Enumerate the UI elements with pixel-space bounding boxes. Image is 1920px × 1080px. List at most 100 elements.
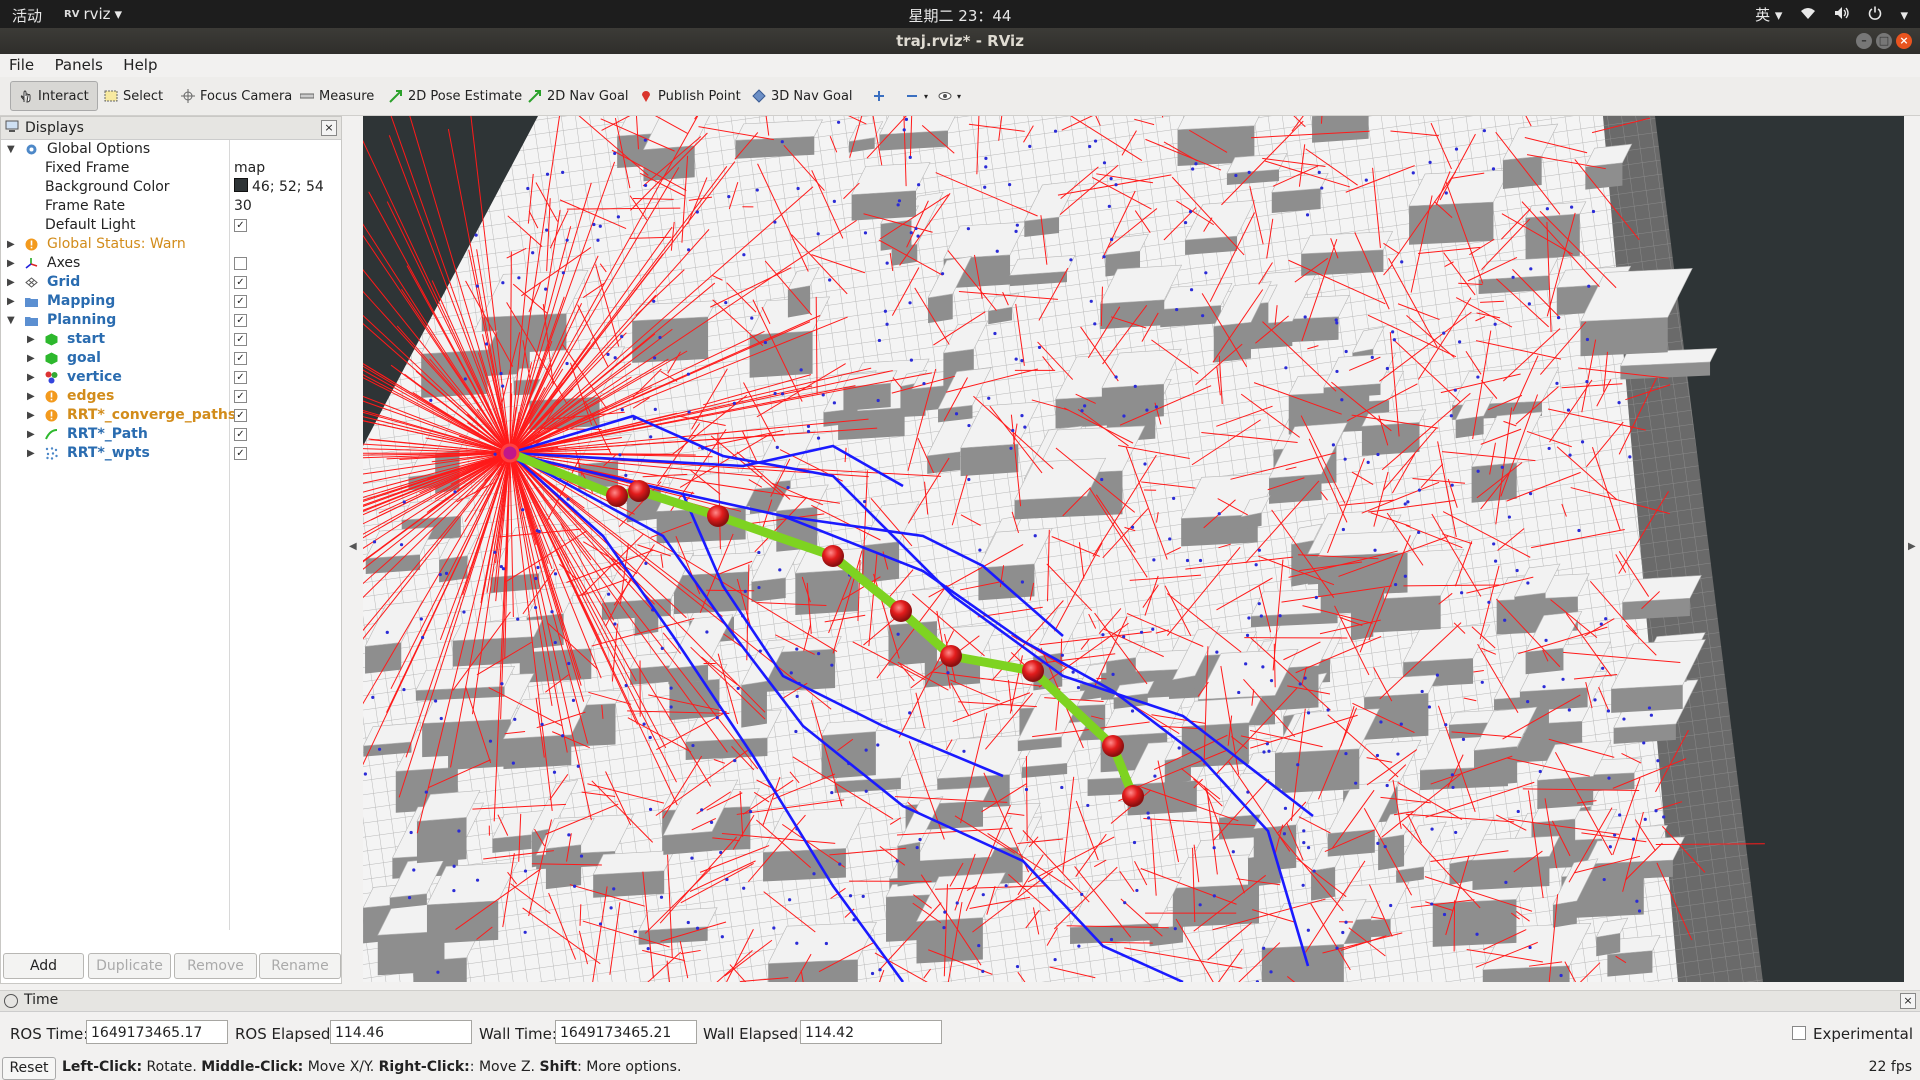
nav-goal-3d-tool-button[interactable]: 3D Nav Goal bbox=[752, 85, 853, 107]
tree-row-goal[interactable]: ▶ goal ✓ bbox=[1, 349, 341, 368]
interact-tool-button[interactable]: Interact bbox=[10, 81, 98, 111]
ros-time-field[interactable]: 1649173465.17 bbox=[86, 1020, 228, 1044]
vertice-dot bbox=[1480, 680, 1484, 684]
menu-help[interactable]: Help bbox=[114, 54, 164, 74]
tree-row-edges[interactable]: ▶ edges ✓ bbox=[1, 387, 341, 406]
rrt-path-checkbox[interactable]: ✓ bbox=[234, 428, 247, 441]
rrt-wpts-checkbox[interactable]: ✓ bbox=[234, 447, 247, 460]
tree-row-start[interactable]: ▶ start ✓ bbox=[1, 330, 341, 349]
tree-row-default-light[interactable]: Default Light ✓ bbox=[1, 216, 341, 235]
maximize-button[interactable]: □ bbox=[1876, 33, 1892, 49]
tree-row-rrt-path[interactable]: ▶ RRT*_Path ✓ bbox=[1, 425, 341, 444]
tree-row-global-status[interactable]: ▶ Global Status: Warn bbox=[1, 235, 341, 254]
publish-point-tool-button[interactable]: Publish Point bbox=[639, 85, 741, 107]
wall-time-field[interactable]: 1649173465.21 bbox=[555, 1020, 697, 1044]
remove-button[interactable]: Remove bbox=[174, 953, 257, 979]
vertice-checkbox[interactable]: ✓ bbox=[234, 371, 247, 384]
power-icon[interactable] bbox=[1868, 6, 1882, 24]
collapsed-arrow-icon[interactable]: ▶ bbox=[27, 368, 35, 387]
experimental-checkbox[interactable] bbox=[1792, 1026, 1806, 1040]
tree-row-mapping[interactable]: ▶ Mapping ✓ bbox=[1, 292, 341, 311]
start-checkbox[interactable]: ✓ bbox=[234, 333, 247, 346]
close-button[interactable]: × bbox=[1896, 33, 1912, 49]
tree-row-rrt-wpts[interactable]: ▶ RRT*_wpts ✓ bbox=[1, 444, 341, 463]
hint-left-key: Left-Click: bbox=[62, 1059, 143, 1075]
view-options-button[interactable]: ▾ bbox=[938, 85, 961, 107]
add-tool-button[interactable] bbox=[872, 85, 886, 107]
activities-button[interactable]: 活动 bbox=[12, 5, 42, 26]
tree-row-planning[interactable]: ▼ Planning ✓ bbox=[1, 311, 341, 330]
collapsed-arrow-icon[interactable]: ▶ bbox=[27, 406, 35, 425]
axes-checkbox[interactable] bbox=[234, 257, 247, 270]
tree-row-frame-rate[interactable]: Frame Rate 30 bbox=[1, 197, 341, 216]
tree-row-global-options[interactable]: ▼ Global Options bbox=[1, 140, 341, 159]
collapsed-arrow-icon[interactable]: ▶ bbox=[27, 387, 35, 406]
volume-icon[interactable] bbox=[1834, 6, 1850, 24]
wifi-icon[interactable] bbox=[1800, 6, 1816, 24]
minimize-button[interactable]: – bbox=[1856, 33, 1872, 49]
expanded-arrow-icon[interactable]: ▼ bbox=[7, 311, 15, 330]
chevron-left-icon[interactable]: ◀ bbox=[349, 541, 357, 552]
collapsed-arrow-icon[interactable]: ▶ bbox=[27, 425, 35, 444]
default-light-checkbox[interactable]: ✓ bbox=[234, 219, 247, 232]
edges-checkbox[interactable]: ✓ bbox=[234, 390, 247, 403]
input-method-indicator[interactable]: 英 ▾ bbox=[1755, 4, 1782, 25]
collapsed-arrow-icon[interactable]: ▶ bbox=[7, 273, 15, 292]
render-canvas[interactable] bbox=[363, 116, 1904, 982]
collapsed-arrow-icon[interactable]: ▶ bbox=[7, 292, 15, 311]
select-tool-button[interactable]: Select bbox=[104, 85, 163, 107]
rrt-converge-paths-checkbox[interactable]: ✓ bbox=[234, 409, 247, 422]
tree-row-vertice[interactable]: ▶ vertice ✓ bbox=[1, 368, 341, 387]
add-button[interactable]: Add bbox=[3, 953, 84, 979]
system-tray[interactable]: 英 ▾ ▾ bbox=[1755, 4, 1908, 25]
app-menu[interactable]: RV rviz ▾ bbox=[64, 5, 122, 23]
rename-button[interactable]: Rename bbox=[259, 953, 341, 979]
collapsed-arrow-icon[interactable]: ▶ bbox=[27, 330, 35, 349]
left-splitter[interactable]: ◀ bbox=[348, 116, 358, 984]
pose-estimate-tool-button[interactable]: 2D Pose Estimate bbox=[389, 85, 522, 107]
goal-checkbox[interactable]: ✓ bbox=[234, 352, 247, 365]
vertice-dot bbox=[830, 663, 834, 667]
reset-button[interactable]: Reset bbox=[2, 1057, 56, 1080]
mapping-checkbox[interactable]: ✓ bbox=[234, 295, 247, 308]
tree-row-fixed-frame[interactable]: Fixed Frame map bbox=[1, 159, 341, 178]
waypoint-sphere bbox=[707, 505, 729, 527]
window-title-bar[interactable]: traj.rviz* - RViz – □ × bbox=[0, 28, 1920, 54]
render-viewport[interactable] bbox=[363, 116, 1904, 982]
close-icon[interactable]: × bbox=[1900, 993, 1916, 1009]
close-icon[interactable]: × bbox=[321, 120, 337, 136]
chevron-right-icon[interactable]: ▶ bbox=[1908, 541, 1916, 552]
remove-tool-button[interactable]: ▾ bbox=[905, 85, 928, 107]
wall-elapsed-field[interactable]: 114.42 bbox=[800, 1020, 942, 1044]
fixed-frame-value[interactable]: map bbox=[234, 159, 265, 178]
waypoint-sphere bbox=[822, 545, 844, 567]
tree-row-axes[interactable]: ▶ Axes bbox=[1, 254, 341, 273]
background-color-value[interactable]: 46; 52; 54 bbox=[234, 178, 324, 197]
clock[interactable]: 星期二 23：44 bbox=[0, 5, 1920, 26]
vertice-dot bbox=[648, 735, 652, 740]
tree-row-rrt-converge-paths[interactable]: ▶ RRT*_converge_paths ✓ bbox=[1, 406, 341, 425]
planning-checkbox[interactable]: ✓ bbox=[234, 314, 247, 327]
collapsed-arrow-icon[interactable]: ▶ bbox=[7, 235, 15, 254]
voxel-top bbox=[1585, 836, 1685, 865]
menu-panels[interactable]: Panels bbox=[46, 54, 110, 74]
expanded-arrow-icon[interactable]: ▼ bbox=[7, 140, 15, 159]
collapsed-arrow-icon[interactable]: ▶ bbox=[27, 349, 35, 368]
green-arrow-icon bbox=[389, 89, 403, 103]
grid-checkbox[interactable]: ✓ bbox=[234, 276, 247, 289]
duplicate-button[interactable]: Duplicate bbox=[88, 953, 171, 979]
nav-goal-2d-tool-button[interactable]: 2D Nav Goal bbox=[528, 85, 629, 107]
vertice-dot bbox=[1526, 581, 1530, 585]
tree-row-background-color[interactable]: Background Color 46; 52; 54 bbox=[1, 178, 341, 197]
measure-tool-button[interactable]: Measure bbox=[299, 85, 374, 107]
vertice-dot bbox=[1173, 927, 1177, 931]
collapsed-arrow-icon[interactable]: ▶ bbox=[27, 444, 35, 463]
vertice-dot bbox=[1430, 827, 1434, 831]
focus-camera-tool-button[interactable]: Focus Camera bbox=[181, 85, 292, 107]
frame-rate-value[interactable]: 30 bbox=[234, 197, 252, 216]
right-splitter[interactable]: ▶ bbox=[1906, 116, 1918, 984]
collapsed-arrow-icon[interactable]: ▶ bbox=[7, 254, 15, 273]
tree-row-grid[interactable]: ▶ Grid ✓ bbox=[1, 273, 341, 292]
menu-file[interactable]: File bbox=[0, 54, 41, 74]
ros-elapsed-field[interactable]: 114.46 bbox=[330, 1020, 472, 1044]
